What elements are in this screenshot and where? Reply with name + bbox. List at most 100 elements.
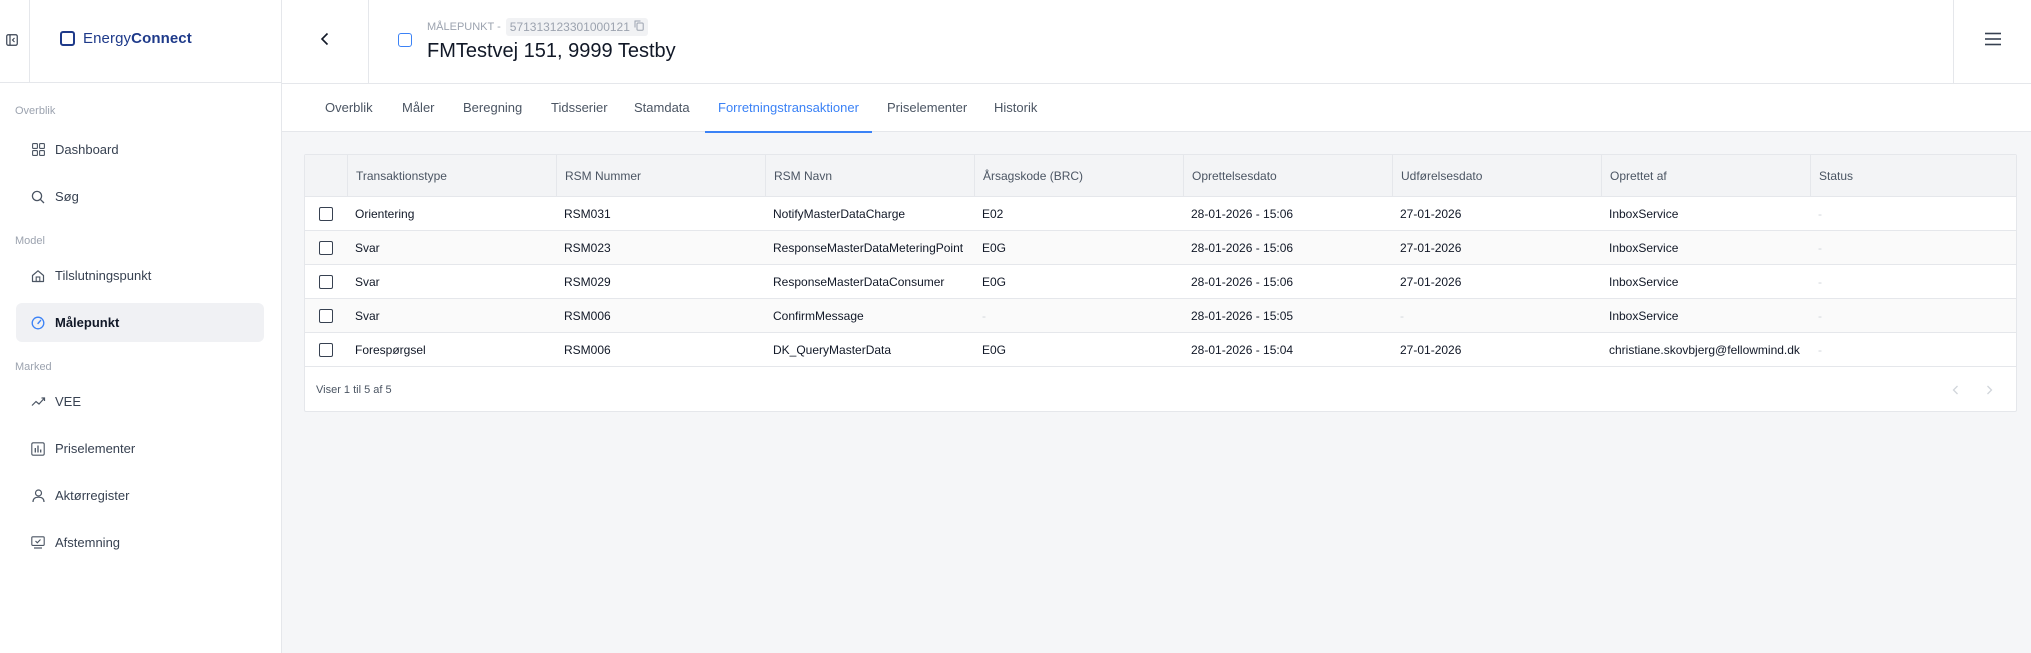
breadcrumb: MÅLEPUNKT - 571313123301000121 [427,18,648,36]
tab-forretningstransaktioner[interactable]: Forretningstransaktioner [705,84,872,133]
bar-chart-icon [30,441,46,457]
hamburger-icon [1984,32,2002,51]
sidebar: EnergyConnect Overblik Dashboard Søg Mod… [0,0,282,653]
sidebar-item-afstemning[interactable]: Afstemning [16,523,264,562]
cell-arsagskode: E02 [982,207,1004,221]
meter-point-icon [398,33,412,47]
sidebar-item-label: Priselementer [55,441,136,456]
cell-udforelsesdato: 27-01-2026 [1400,343,1462,357]
tab-tidsserier[interactable]: Tidsserier [551,84,608,132]
cell-rsm-nummer: RSM023 [564,241,611,255]
tab-historik[interactable]: Historik [994,84,1037,132]
monitor-check-icon [30,535,46,551]
sidebar-item-label: Dashboard [55,142,119,157]
column-header-arsagskode[interactable]: Årsagskode (BRC) [974,155,1183,197]
previous-page-button[interactable] [1941,377,1969,405]
cell-arsagskode: - [982,309,986,323]
sidebar-item-tilslutningspunkt[interactable]: Tilslutningspunkt [16,256,264,295]
logo-mark-icon [60,31,75,46]
column-header-rsm-navn[interactable]: RSM Navn [765,155,974,197]
chevron-right-icon [1986,382,1993,400]
next-page-button[interactable] [1975,377,2003,405]
column-header-udforelsesdato[interactable]: Udførelsesdato [1392,155,1601,197]
row-checkbox[interactable] [319,207,333,221]
cell-transaktionstype: Svar [355,309,380,323]
tab-beregning[interactable]: Beregning [463,84,522,132]
cell-rsm-navn: ResponseMasterDataConsumer [773,275,945,289]
sidebar-item-search[interactable]: Søg [16,177,264,216]
table-row[interactable]: Svar RSM006 ConfirmMessage - 28-01-2026 … [305,299,2016,333]
sidebar-item-malepunkt[interactable]: Målepunkt [16,303,264,342]
meter-id: 571313123301000121 [509,20,630,34]
cell-oprettet-af: InboxService [1609,275,1679,289]
sidebar-item-priselementer[interactable]: Priselementer [16,429,264,468]
brand-logo[interactable]: EnergyConnect [60,30,192,47]
cell-oprettet-af: InboxService [1609,207,1679,221]
table-row[interactable]: Svar RSM029 ResponseMasterDataConsumer E… [305,265,2016,299]
row-checkbox[interactable] [319,275,333,289]
cell-oprettelsesdato: 28-01-2026 - 15:04 [1191,343,1294,357]
column-header-transaktionstype[interactable]: Transaktionstype [347,155,556,197]
table-row[interactable]: Svar RSM023 ResponseMasterDataMeteringPo… [305,231,2016,265]
home-icon [30,268,46,284]
cell-oprettet-af: InboxService [1609,241,1679,255]
cell-udforelsesdato: 27-01-2026 [1400,241,1462,255]
page-title: FMTestvej 151, 9999 Testby [427,40,676,62]
cell-status: - [1818,241,1822,255]
trend-icon [30,394,46,410]
row-checkbox[interactable] [319,241,333,255]
column-header-oprettelsesdato[interactable]: Oprettelsesdato [1183,155,1392,197]
page-header: MÅLEPUNKT - 571313123301000121 FMTestvej… [282,0,2031,84]
cell-arsagskode: E0G [982,241,1007,255]
copy-icon[interactable] [634,20,644,34]
collapse-sidebar-icon[interactable] [4,32,20,48]
tab-priselementer[interactable]: Priselementer [887,84,967,132]
transactions-table: Transaktionstype RSM Nummer RSM Navn Års… [304,154,2017,412]
cell-transaktionstype: Forespørgsel [355,343,426,357]
cell-rsm-navn: ConfirmMessage [773,309,864,323]
cell-arsagskode: E0G [982,275,1007,289]
sidebar-item-label: Afstemning [55,535,121,550]
sidebar-header: EnergyConnect [0,0,281,83]
tab-overblik[interactable]: Overblik [325,84,373,132]
search-icon [30,189,46,205]
sidebar-item-vee[interactable]: VEE [16,382,264,421]
column-header-oprettet-af[interactable]: Oprettet af [1601,155,1810,197]
pagination-info: Viser 1 til 5 af 5 [316,384,392,396]
cell-transaktionstype: Orientering [355,207,415,221]
nav-section-model: Model [15,235,45,247]
app-root: EnergyConnect Overblik Dashboard Søg Mod… [0,0,2031,653]
menu-button[interactable] [1953,0,2031,83]
row-checkbox[interactable] [319,309,333,323]
chevron-left-icon [320,32,330,51]
gauge-icon [30,315,46,331]
cell-oprettelsesdato: 28-01-2026 - 15:06 [1191,275,1294,289]
cell-rsm-nummer: RSM006 [564,309,611,323]
brand-name: EnergyConnect [83,30,192,47]
cell-rsm-nummer: RSM006 [564,343,611,357]
cell-rsm-nummer: RSM029 [564,275,611,289]
nav-section-overblik: Overblik [15,105,56,117]
table-row[interactable]: Forespørgsel RSM006 DK_QueryMasterData E… [305,333,2016,367]
back-button[interactable] [282,0,369,83]
cell-status: - [1818,309,1822,323]
sidebar-item-dashboard[interactable]: Dashboard [16,130,264,169]
tab-maler[interactable]: Måler [402,84,435,132]
divider [29,0,30,83]
table-row[interactable]: Orientering RSM031 NotifyMasterDataCharg… [305,197,2016,231]
cell-transaktionstype: Svar [355,241,380,255]
tab-stamdata[interactable]: Stamdata [634,84,690,132]
cell-status: - [1818,275,1822,289]
cell-arsagskode: E0G [982,343,1007,357]
meter-id-chip[interactable]: 571313123301000121 [505,18,648,36]
row-checkbox[interactable] [319,343,333,357]
sidebar-item-label: VEE [55,394,82,409]
sidebar-item-label: Tilslutningspunkt [55,268,152,283]
sidebar-item-label: Søg [55,189,79,204]
column-header-status[interactable]: Status [1810,155,2018,197]
cell-oprettelsesdato: 28-01-2026 - 15:05 [1191,309,1294,323]
column-header-rsm-nummer[interactable]: RSM Nummer [556,155,765,197]
nav-section-marked: Marked [15,361,52,373]
sidebar-item-aktorregister[interactable]: Aktørregister [16,476,264,515]
cell-oprettet-af: christiane.skovbjerg@fellowmind.dk [1609,343,1800,357]
